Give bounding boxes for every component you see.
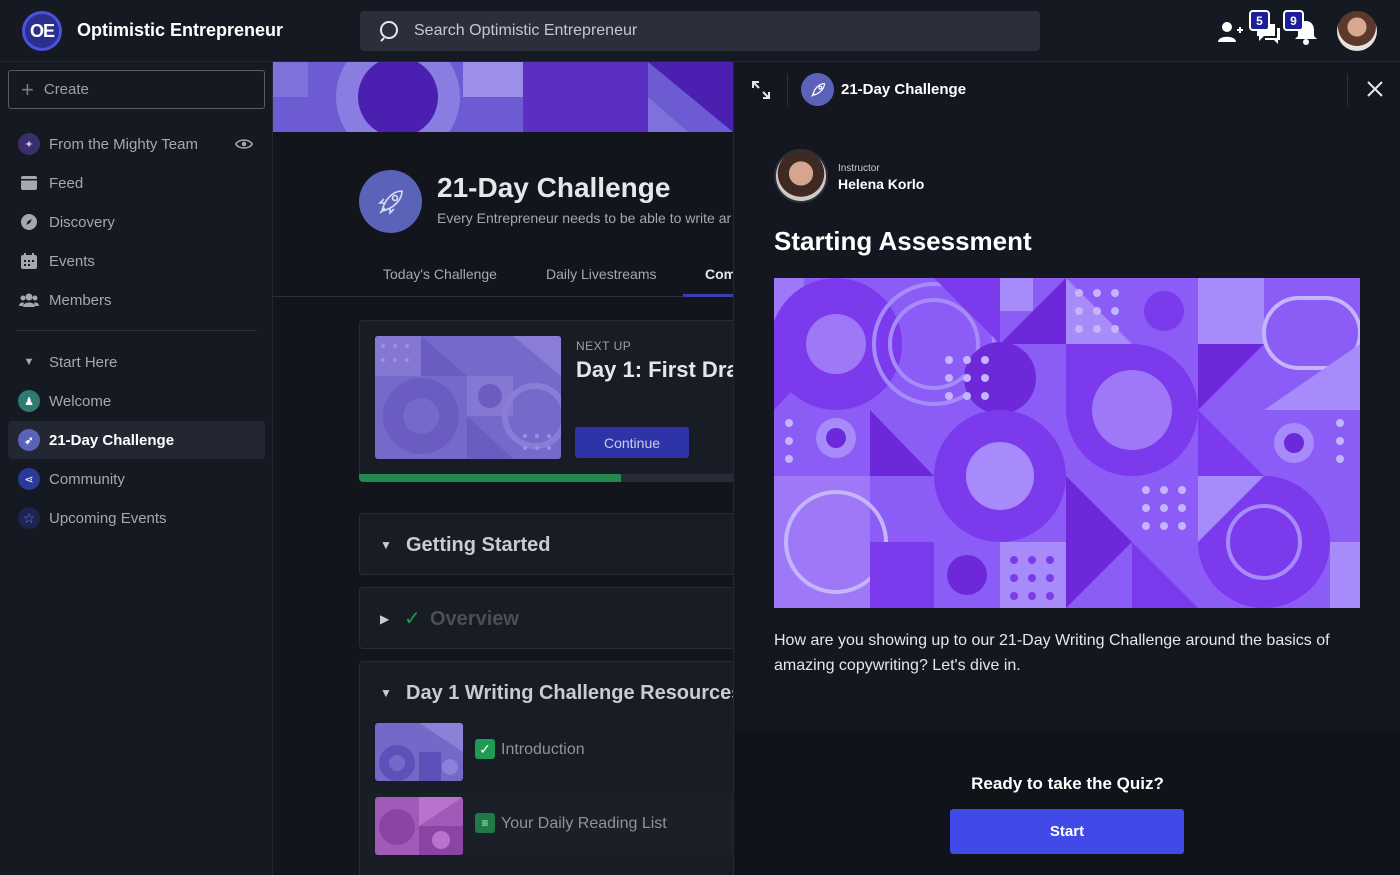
tab-daily-livestreams[interactable]: Daily Livestreams [546,266,656,282]
sidebar-item-label: Events [49,252,95,270]
sidebar-item-discovery[interactable]: Discovery [8,203,265,241]
sidebar-item-label: Discovery [49,213,115,231]
sidebar-item-label: 21-Day Challenge [49,431,175,449]
eye-icon[interactable] [235,135,253,153]
rocket-icon [810,82,825,97]
quiz-prompt: Ready to take the Quiz? [971,774,1164,793]
document-icon: ≡ [475,813,495,833]
instructor-avatar[interactable] [774,149,828,203]
create-label: Create [43,81,89,98]
caret-down-icon: ▼ [380,538,392,552]
start-quiz-button[interactable]: Start [950,809,1184,854]
caret-down-icon: ▼ [23,356,35,368]
next-up-card[interactable]: NEXT UP Day 1: First Dra Continue [359,320,733,482]
caret-right-icon: ▶ [380,612,390,626]
course-banner [273,62,733,132]
quiz-footer: Ready to take the Quiz? Start [734,732,1400,875]
notification-badge: 9 [1283,10,1304,31]
sidebar-item-welcome[interactable]: ♟ Welcome [8,382,265,420]
calendar-icon [21,253,37,269]
members-icon [19,293,39,307]
active-tab-indicator [683,294,733,297]
lesson-thumbnail [375,723,463,781]
sidebar-item-21-day-challenge[interactable]: ➶ 21-Day Challenge [8,421,265,459]
caret-down-icon: ▼ [380,686,392,700]
checkbox-checked-icon: ✓ [475,739,495,759]
sidebar-item-mighty-team[interactable]: ✦ From the Mighty Team [8,125,265,163]
assessment-description: How are you showing up to our 21-Day Wri… [774,632,1330,674]
expand-icon[interactable] [750,79,772,101]
panel-title: 21-Day Challenge [841,81,967,98]
chat-badge: 5 [1249,10,1270,31]
sidebar-item-events[interactable]: Events [8,242,265,280]
section-title: Getting Started [406,534,551,556]
instructor-role: Instructor [838,163,880,174]
tab-todays-challenge[interactable]: Today's Challenge [383,266,497,282]
sidebar-item-label: Members [49,291,112,309]
app-logo[interactable]: OE [22,11,62,51]
sparkle-icon: ✦ [18,133,40,155]
search-icon [380,21,398,42]
lesson-thumbnail [375,797,463,855]
sidebar-item-label: Community [49,470,125,488]
lesson-daily-reading-list[interactable]: ≡ Your Daily Reading List [367,793,733,855]
course-progress-fill [359,474,622,482]
lesson-introduction[interactable]: ✓ Introduction [367,719,733,781]
header-divider [787,74,788,106]
continue-button[interactable]: Continue [575,427,689,458]
course-page: 21-Day Challenge Every Entrepreneur need… [273,62,733,875]
sidebar-divider [16,330,257,331]
next-up-label: NEXT UP [576,339,632,353]
search-input[interactable] [414,22,1014,40]
section-title: Day 1 Writing Challenge Resources [406,682,733,704]
section-overview[interactable]: ▶ ✓ Overview [359,587,733,649]
course-subtitle: Every Entrepreneur needs to be able to w… [437,210,732,226]
top-bar: OE Optimistic Entrepreneur 5 9 [0,0,1400,62]
assessment-cover-image [774,278,1360,608]
next-up-title: Day 1: First Dra [576,357,733,382]
user-avatar[interactable] [1337,11,1377,51]
compass-icon [21,214,37,230]
sidebar-item-feed[interactable]: Feed [8,164,265,202]
add-member-icon[interactable] [1216,18,1244,46]
header-divider [1347,74,1348,106]
lesson-label: Introduction [501,741,585,758]
course-icon [801,73,834,106]
app-title[interactable]: Optimistic Entrepreneur [77,20,283,41]
sidebar: + Create ✦ From the Mighty Team Feed Dis… [0,62,273,875]
assessment-title: Starting Assessment [774,226,1032,256]
section-getting-started[interactable]: ▼ Getting Started [359,513,733,575]
sidebar-item-label: Upcoming Events [49,509,167,527]
sidebar-item-label: Feed [49,174,84,192]
close-icon[interactable] [1365,79,1385,99]
welcome-icon: ♟ [18,390,40,412]
course-title: 21-Day Challenge [437,172,671,203]
course-icon [359,170,422,233]
create-button[interactable]: + Create [8,70,265,109]
sidebar-item-members[interactable]: Members [8,281,265,319]
sidebar-item-label: Welcome [49,392,112,410]
section-title: Overview [430,608,519,630]
feed-icon [21,176,37,190]
star-icon: ☆ [18,507,40,529]
rocket-icon: ➶ [18,429,40,451]
sidebar-item-upcoming-events[interactable]: ☆ Upcoming Events [8,499,265,537]
sidebar-item-label: From the Mighty Team [49,135,198,153]
tabs-divider [273,296,733,297]
lesson-label: Your Daily Reading List [501,815,667,832]
panel-header: 21-Day Challenge [734,62,1400,117]
instructor-name[interactable]: Helena Korlo [838,176,924,192]
course-progress-bar [359,474,733,482]
tab-community[interactable]: Com [705,266,733,282]
sidebar-item-label: Start Here [49,353,118,371]
plus-icon: + [21,76,34,102]
search-bar[interactable] [360,11,1040,51]
sidebar-group-start-here[interactable]: ▼ Start Here [8,343,265,381]
rocket-icon [377,189,403,215]
next-up-thumbnail [375,336,561,459]
sidebar-item-community[interactable]: ⋖ Community [8,460,265,498]
share-icon: ⋖ [18,468,40,490]
check-icon: ✓ [404,608,421,630]
lesson-detail-panel: 21-Day Challenge Instructor Helena Korlo… [733,62,1400,875]
